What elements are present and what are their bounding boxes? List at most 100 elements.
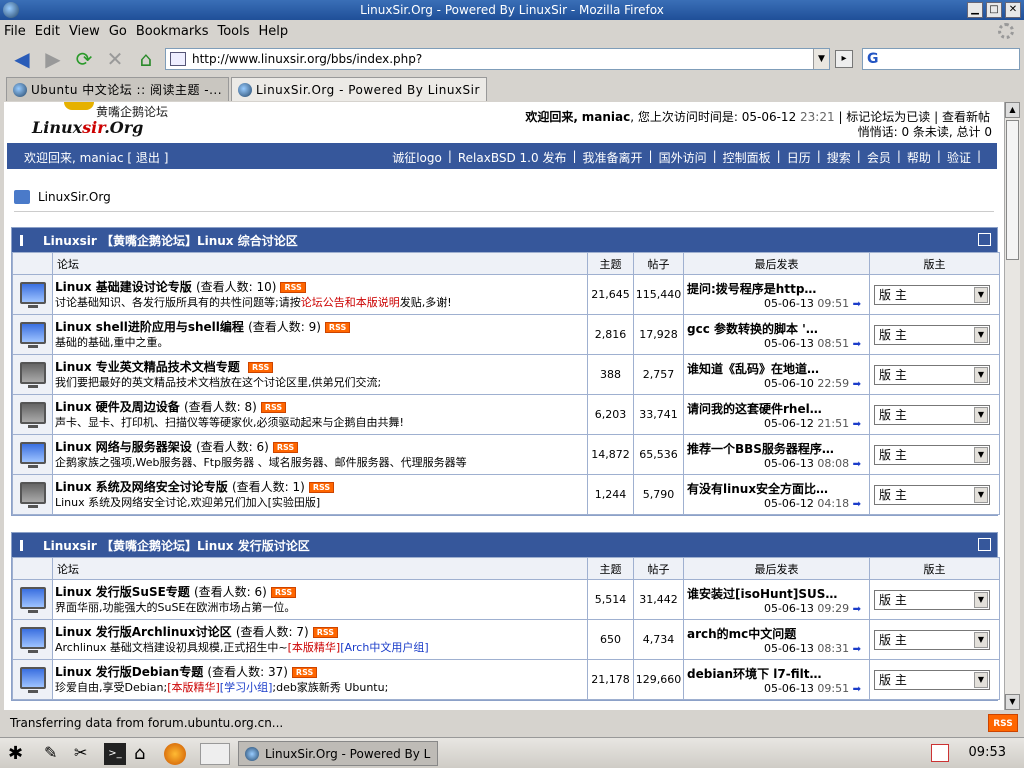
moderator-select[interactable]: 版 主 ▼ xyxy=(874,444,990,465)
scroll-down-icon[interactable]: ▼ xyxy=(1005,694,1020,710)
nav-link-search[interactable]: 搜索 xyxy=(827,149,851,166)
rss-icon[interactable]: RSS xyxy=(260,401,287,413)
chevron-down-icon[interactable]: ▼ xyxy=(974,446,988,463)
firefox-launcher-icon[interactable] xyxy=(164,743,186,765)
forum-name-link[interactable]: Linux 发行版Archlinux讨论区 xyxy=(55,625,232,639)
menu-edit[interactable]: Edit xyxy=(35,24,60,39)
last-post-link[interactable]: debian环境下 l7-filt… xyxy=(684,665,869,682)
minimize-button[interactable]: ▁ xyxy=(967,2,983,18)
moderator-select[interactable]: 版 主 ▼ xyxy=(874,404,990,425)
moderator-select[interactable]: 版 主 ▼ xyxy=(874,629,990,650)
forum-name-link[interactable]: Linux 网络与服务器架设 xyxy=(55,440,192,454)
last-post-link[interactable]: 有没有linux安全方面比… xyxy=(684,480,869,497)
rss-icon[interactable]: RSS xyxy=(270,586,297,598)
chevron-down-icon[interactable]: ▼ xyxy=(974,406,988,423)
desktop-pager[interactable] xyxy=(200,743,230,765)
nav-link-calendar[interactable]: 日历 xyxy=(787,149,811,166)
menu-bookmarks[interactable]: Bookmarks xyxy=(136,24,209,39)
mark-read-link[interactable]: | 标记论坛为已读 xyxy=(838,110,930,124)
collapse-icon[interactable] xyxy=(978,538,991,551)
desc-link-red[interactable]: [本版精华] xyxy=(167,681,220,694)
last-post-link[interactable]: 谁知道《乱码》在地道… xyxy=(684,360,869,377)
section-title[interactable]: Linuxsir 【黄嘴企鹅论坛】Linux 发行版讨论区 xyxy=(43,537,310,554)
chevron-down-icon[interactable]: ▼ xyxy=(974,671,988,688)
forum-name-link[interactable]: Linux 发行版SuSE专题 xyxy=(55,585,190,599)
forward-arrow-icon[interactable]: ▶ xyxy=(39,45,67,73)
reload-icon[interactable]: ⟳ xyxy=(70,45,98,73)
chevron-down-icon[interactable]: ▼ xyxy=(974,591,988,608)
last-post-link[interactable]: 谁安装过[isoHunt]SUS… xyxy=(684,585,869,602)
goto-last-post-icon[interactable]: ➡ xyxy=(853,644,861,655)
goto-last-post-icon[interactable]: ➡ xyxy=(853,299,861,310)
moderator-select[interactable]: 版 主 ▼ xyxy=(874,669,990,690)
search-input[interactable]: G xyxy=(862,48,1020,70)
desc-link-red[interactable]: 论坛公告和本版说明 xyxy=(301,296,400,309)
rss-icon[interactable]: RSS xyxy=(291,666,318,678)
last-post-link[interactable]: arch的mc中文问题 xyxy=(684,625,869,642)
tab-ubuntu[interactable]: Ubuntu 中文论坛 :: 阅读主题 -... xyxy=(6,77,230,101)
close-button[interactable]: ✕ xyxy=(1005,2,1021,18)
moderator-select[interactable]: 版 主 ▼ xyxy=(874,324,990,345)
kde-menu-icon[interactable]: ✱ xyxy=(8,743,30,765)
rss-icon[interactable]: RSS xyxy=(272,441,299,453)
rss-feed-icon[interactable]: RSS xyxy=(988,714,1018,732)
goto-last-post-icon[interactable]: ➡ xyxy=(853,499,861,510)
forum-name-link[interactable]: Linux 发行版Debian专题 xyxy=(55,665,203,679)
nav-link-members[interactable]: 会员 xyxy=(867,149,891,166)
desc-link-blue[interactable]: [学习小组] xyxy=(220,681,273,694)
rss-icon[interactable]: RSS xyxy=(247,361,274,373)
firefox-icon[interactable] xyxy=(3,2,19,18)
forum-name-link[interactable]: Linux 系统及网络安全讨论专版 xyxy=(55,480,228,494)
menu-view[interactable]: View xyxy=(69,24,100,39)
moderator-select[interactable]: 版 主 ▼ xyxy=(874,484,990,505)
rss-icon[interactable]: RSS xyxy=(312,626,339,638)
menu-go[interactable]: Go xyxy=(109,24,127,39)
taskbar-task-firefox[interactable]: LinuxSir.Org - Powered By L xyxy=(238,741,438,766)
go-button[interactable]: ▸ xyxy=(835,50,853,68)
moderator-select[interactable]: 版 主 ▼ xyxy=(874,284,990,305)
forum-name-link[interactable]: Linux 基础建设讨论专版 xyxy=(55,280,192,294)
last-post-link[interactable]: gcc 参数转换的脚本 '… xyxy=(684,320,869,337)
vertical-scrollbar[interactable]: ▲ ▼ xyxy=(1004,102,1020,710)
rss-icon[interactable]: RSS xyxy=(280,281,306,293)
collapse-icon[interactable] xyxy=(978,233,991,246)
editor-icon[interactable]: ✎ xyxy=(44,743,66,765)
goto-last-post-icon[interactable]: ➡ xyxy=(853,339,861,350)
tab-linuxsir[interactable]: LinuxSir.Org - Powered By LinuxSir xyxy=(231,77,487,101)
rss-icon[interactable]: RSS xyxy=(324,321,351,333)
stop-icon[interactable]: ✕ xyxy=(101,45,129,73)
forum-name-link[interactable]: Linux shell进阶应用与shell编程 xyxy=(55,320,244,334)
url-bar[interactable]: ▼ xyxy=(165,48,830,70)
home-icon[interactable]: ⌂ xyxy=(132,45,160,73)
nav-link-leave[interactable]: 我准备离开 xyxy=(583,149,643,166)
tray-icon[interactable] xyxy=(931,744,949,762)
desc-link-blue[interactable]: [Arch中文用户组] xyxy=(340,641,428,654)
menu-file[interactable]: File xyxy=(4,24,26,39)
url-dropdown-icon[interactable]: ▼ xyxy=(813,49,829,69)
nav-link-logo[interactable]: 诚征logo xyxy=(392,149,442,166)
scroll-up-icon[interactable]: ▲ xyxy=(1005,102,1020,118)
url-input[interactable] xyxy=(192,52,813,66)
chevron-down-icon[interactable]: ▼ xyxy=(974,486,988,503)
nav-link-foreign[interactable]: 国外访问 xyxy=(659,149,707,166)
goto-last-post-icon[interactable]: ➡ xyxy=(853,684,861,695)
moderator-select[interactable]: 版 主 ▼ xyxy=(874,589,990,610)
nav-link-control-panel[interactable]: 控制面板 xyxy=(723,149,771,166)
last-post-link[interactable]: 推荐一个BBS服务器程序… xyxy=(684,440,869,457)
desc-link-red[interactable]: [本版精华] xyxy=(288,641,341,654)
home-folder-icon[interactable]: ⌂ xyxy=(134,743,156,765)
rss-icon[interactable]: RSS xyxy=(308,481,335,493)
chevron-down-icon[interactable]: ▼ xyxy=(974,631,988,648)
site-logo[interactable]: 黄嘴企鹅论坛 Linuxsir.Org xyxy=(24,102,184,138)
google-search-icon[interactable]: G xyxy=(867,51,879,67)
chevron-down-icon[interactable]: ▼ xyxy=(974,286,988,303)
tools-icon[interactable]: ✂ xyxy=(74,743,96,765)
scroll-thumb[interactable] xyxy=(1006,120,1019,260)
menu-tools[interactable]: Tools xyxy=(217,24,249,39)
section-title[interactable]: Linuxsir 【黄嘴企鹅论坛】Linux 综合讨论区 xyxy=(43,232,298,249)
nav-link-help[interactable]: 帮助 xyxy=(907,149,931,166)
maximize-button[interactable]: □ xyxy=(986,2,1002,18)
breadcrumb-home[interactable]: LinuxSir.Org xyxy=(38,190,111,204)
pm-info[interactable]: 悄悄话: 0 条未读, 总计 0 xyxy=(858,123,992,140)
goto-last-post-icon[interactable]: ➡ xyxy=(853,379,861,390)
